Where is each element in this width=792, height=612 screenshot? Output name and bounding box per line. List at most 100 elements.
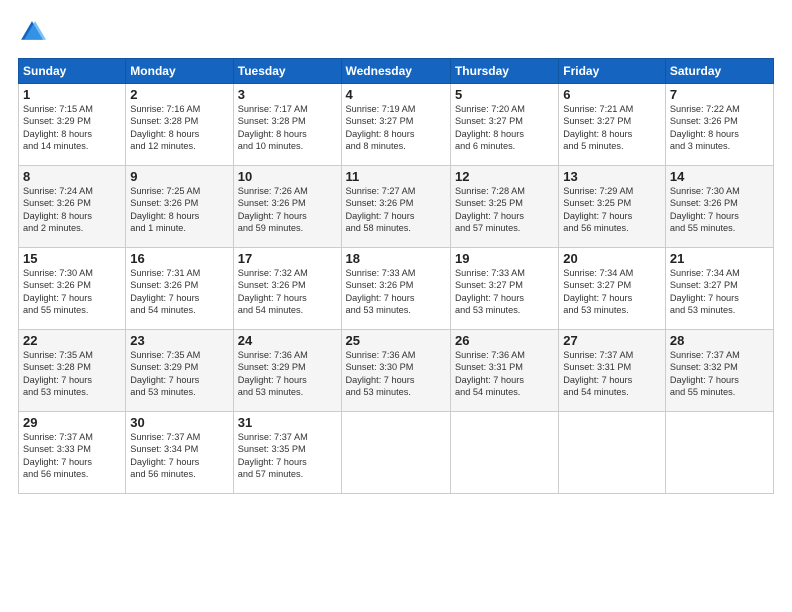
- day-number: 29: [23, 415, 121, 430]
- day-number: 27: [563, 333, 661, 348]
- calendar-day-cell: 26Sunrise: 7:36 AM Sunset: 3:31 PM Dayli…: [450, 330, 558, 412]
- day-number: 17: [238, 251, 337, 266]
- day-number: 23: [130, 333, 228, 348]
- day-info: Sunrise: 7:20 AM Sunset: 3:27 PM Dayligh…: [455, 103, 554, 153]
- day-number: 1: [23, 87, 121, 102]
- calendar-day-cell: 13Sunrise: 7:29 AM Sunset: 3:25 PM Dayli…: [559, 166, 666, 248]
- calendar-day-cell: 14Sunrise: 7:30 AM Sunset: 3:26 PM Dayli…: [665, 166, 773, 248]
- day-info: Sunrise: 7:27 AM Sunset: 3:26 PM Dayligh…: [346, 185, 446, 235]
- day-number: 3: [238, 87, 337, 102]
- calendar-day-cell: 1Sunrise: 7:15 AM Sunset: 3:29 PM Daylig…: [19, 84, 126, 166]
- day-number: 20: [563, 251, 661, 266]
- day-number: 13: [563, 169, 661, 184]
- calendar-header-thursday: Thursday: [450, 59, 558, 84]
- calendar-day-cell: 22Sunrise: 7:35 AM Sunset: 3:28 PM Dayli…: [19, 330, 126, 412]
- day-number: 16: [130, 251, 228, 266]
- day-number: 24: [238, 333, 337, 348]
- calendar-header-friday: Friday: [559, 59, 666, 84]
- calendar-day-cell: 7Sunrise: 7:22 AM Sunset: 3:26 PM Daylig…: [665, 84, 773, 166]
- calendar-header-saturday: Saturday: [665, 59, 773, 84]
- day-info: Sunrise: 7:16 AM Sunset: 3:28 PM Dayligh…: [130, 103, 228, 153]
- day-info: Sunrise: 7:31 AM Sunset: 3:26 PM Dayligh…: [130, 267, 228, 317]
- calendar-day-cell: 9Sunrise: 7:25 AM Sunset: 3:26 PM Daylig…: [126, 166, 233, 248]
- day-number: 30: [130, 415, 228, 430]
- day-number: 4: [346, 87, 446, 102]
- calendar-day-cell: 23Sunrise: 7:35 AM Sunset: 3:29 PM Dayli…: [126, 330, 233, 412]
- calendar-header-row: SundayMondayTuesdayWednesdayThursdayFrid…: [19, 59, 774, 84]
- header: [18, 18, 774, 46]
- calendar-day-cell: 27Sunrise: 7:37 AM Sunset: 3:31 PM Dayli…: [559, 330, 666, 412]
- calendar-day-cell: 19Sunrise: 7:33 AM Sunset: 3:27 PM Dayli…: [450, 248, 558, 330]
- calendar-header-sunday: Sunday: [19, 59, 126, 84]
- day-number: 6: [563, 87, 661, 102]
- day-info: Sunrise: 7:37 AM Sunset: 3:34 PM Dayligh…: [130, 431, 228, 481]
- day-number: 5: [455, 87, 554, 102]
- calendar-week-row: 22Sunrise: 7:35 AM Sunset: 3:28 PM Dayli…: [19, 330, 774, 412]
- calendar-day-cell: 10Sunrise: 7:26 AM Sunset: 3:26 PM Dayli…: [233, 166, 341, 248]
- calendar-day-cell: [559, 412, 666, 494]
- calendar-day-cell: 20Sunrise: 7:34 AM Sunset: 3:27 PM Dayli…: [559, 248, 666, 330]
- day-info: Sunrise: 7:30 AM Sunset: 3:26 PM Dayligh…: [670, 185, 769, 235]
- day-number: 31: [238, 415, 337, 430]
- day-info: Sunrise: 7:19 AM Sunset: 3:27 PM Dayligh…: [346, 103, 446, 153]
- calendar-day-cell: 24Sunrise: 7:36 AM Sunset: 3:29 PM Dayli…: [233, 330, 341, 412]
- day-number: 11: [346, 169, 446, 184]
- day-number: 9: [130, 169, 228, 184]
- calendar-day-cell: 6Sunrise: 7:21 AM Sunset: 3:27 PM Daylig…: [559, 84, 666, 166]
- calendar-day-cell: 5Sunrise: 7:20 AM Sunset: 3:27 PM Daylig…: [450, 84, 558, 166]
- day-info: Sunrise: 7:26 AM Sunset: 3:26 PM Dayligh…: [238, 185, 337, 235]
- day-number: 19: [455, 251, 554, 266]
- day-info: Sunrise: 7:35 AM Sunset: 3:28 PM Dayligh…: [23, 349, 121, 399]
- calendar-day-cell: 16Sunrise: 7:31 AM Sunset: 3:26 PM Dayli…: [126, 248, 233, 330]
- day-info: Sunrise: 7:33 AM Sunset: 3:27 PM Dayligh…: [455, 267, 554, 317]
- page: SundayMondayTuesdayWednesdayThursdayFrid…: [0, 0, 792, 612]
- day-number: 18: [346, 251, 446, 266]
- calendar-day-cell: 12Sunrise: 7:28 AM Sunset: 3:25 PM Dayli…: [450, 166, 558, 248]
- calendar-day-cell: 8Sunrise: 7:24 AM Sunset: 3:26 PM Daylig…: [19, 166, 126, 248]
- day-number: 7: [670, 87, 769, 102]
- calendar-day-cell: 21Sunrise: 7:34 AM Sunset: 3:27 PM Dayli…: [665, 248, 773, 330]
- day-info: Sunrise: 7:21 AM Sunset: 3:27 PM Dayligh…: [563, 103, 661, 153]
- day-number: 14: [670, 169, 769, 184]
- day-info: Sunrise: 7:36 AM Sunset: 3:30 PM Dayligh…: [346, 349, 446, 399]
- day-info: Sunrise: 7:28 AM Sunset: 3:25 PM Dayligh…: [455, 185, 554, 235]
- calendar-header-monday: Monday: [126, 59, 233, 84]
- logo-icon: [18, 18, 46, 46]
- calendar-day-cell: 25Sunrise: 7:36 AM Sunset: 3:30 PM Dayli…: [341, 330, 450, 412]
- day-info: Sunrise: 7:29 AM Sunset: 3:25 PM Dayligh…: [563, 185, 661, 235]
- calendar-day-cell: 4Sunrise: 7:19 AM Sunset: 3:27 PM Daylig…: [341, 84, 450, 166]
- day-number: 8: [23, 169, 121, 184]
- day-info: Sunrise: 7:34 AM Sunset: 3:27 PM Dayligh…: [670, 267, 769, 317]
- calendar-header-wednesday: Wednesday: [341, 59, 450, 84]
- calendar-week-row: 1Sunrise: 7:15 AM Sunset: 3:29 PM Daylig…: [19, 84, 774, 166]
- day-info: Sunrise: 7:34 AM Sunset: 3:27 PM Dayligh…: [563, 267, 661, 317]
- calendar-day-cell: 15Sunrise: 7:30 AM Sunset: 3:26 PM Dayli…: [19, 248, 126, 330]
- calendar-day-cell: [665, 412, 773, 494]
- calendar-day-cell: 29Sunrise: 7:37 AM Sunset: 3:33 PM Dayli…: [19, 412, 126, 494]
- day-info: Sunrise: 7:25 AM Sunset: 3:26 PM Dayligh…: [130, 185, 228, 235]
- calendar-day-cell: [450, 412, 558, 494]
- day-number: 26: [455, 333, 554, 348]
- calendar-day-cell: 18Sunrise: 7:33 AM Sunset: 3:26 PM Dayli…: [341, 248, 450, 330]
- day-info: Sunrise: 7:36 AM Sunset: 3:31 PM Dayligh…: [455, 349, 554, 399]
- day-number: 12: [455, 169, 554, 184]
- calendar-day-cell: 2Sunrise: 7:16 AM Sunset: 3:28 PM Daylig…: [126, 84, 233, 166]
- day-number: 15: [23, 251, 121, 266]
- calendar-week-row: 29Sunrise: 7:37 AM Sunset: 3:33 PM Dayli…: [19, 412, 774, 494]
- day-info: Sunrise: 7:30 AM Sunset: 3:26 PM Dayligh…: [23, 267, 121, 317]
- day-info: Sunrise: 7:37 AM Sunset: 3:31 PM Dayligh…: [563, 349, 661, 399]
- calendar-day-cell: 17Sunrise: 7:32 AM Sunset: 3:26 PM Dayli…: [233, 248, 341, 330]
- day-info: Sunrise: 7:35 AM Sunset: 3:29 PM Dayligh…: [130, 349, 228, 399]
- day-info: Sunrise: 7:24 AM Sunset: 3:26 PM Dayligh…: [23, 185, 121, 235]
- day-number: 22: [23, 333, 121, 348]
- day-info: Sunrise: 7:32 AM Sunset: 3:26 PM Dayligh…: [238, 267, 337, 317]
- day-info: Sunrise: 7:17 AM Sunset: 3:28 PM Dayligh…: [238, 103, 337, 153]
- calendar-day-cell: 3Sunrise: 7:17 AM Sunset: 3:28 PM Daylig…: [233, 84, 341, 166]
- day-info: Sunrise: 7:36 AM Sunset: 3:29 PM Dayligh…: [238, 349, 337, 399]
- day-info: Sunrise: 7:37 AM Sunset: 3:32 PM Dayligh…: [670, 349, 769, 399]
- day-info: Sunrise: 7:15 AM Sunset: 3:29 PM Dayligh…: [23, 103, 121, 153]
- calendar-day-cell: 11Sunrise: 7:27 AM Sunset: 3:26 PM Dayli…: [341, 166, 450, 248]
- day-info: Sunrise: 7:33 AM Sunset: 3:26 PM Dayligh…: [346, 267, 446, 317]
- day-info: Sunrise: 7:37 AM Sunset: 3:35 PM Dayligh…: [238, 431, 337, 481]
- day-info: Sunrise: 7:37 AM Sunset: 3:33 PM Dayligh…: [23, 431, 121, 481]
